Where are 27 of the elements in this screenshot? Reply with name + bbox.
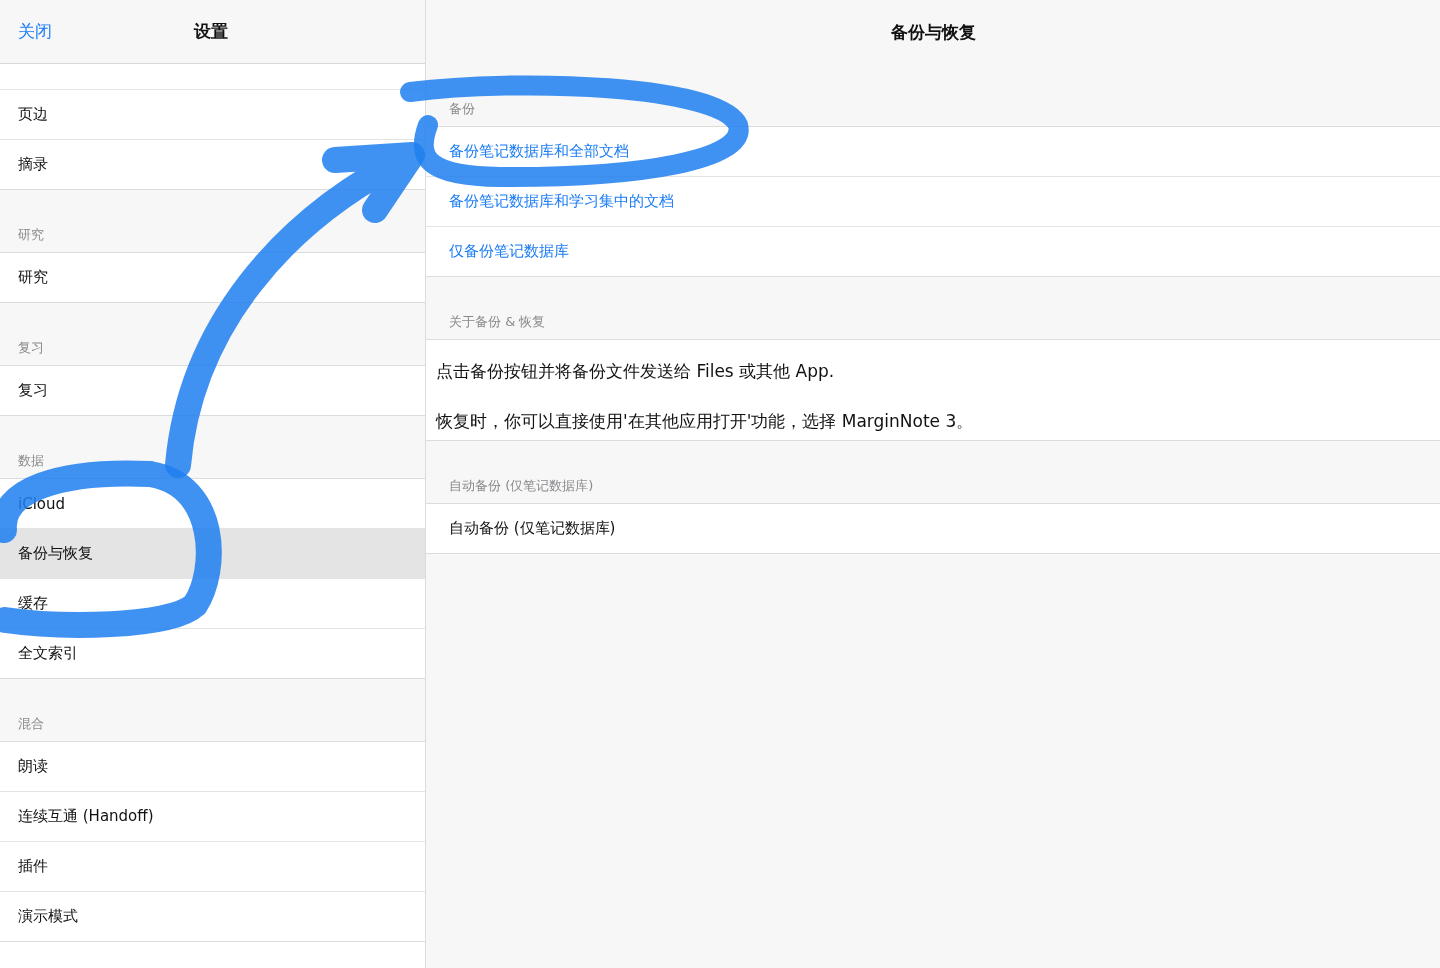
section-header: 备份 (449, 100, 475, 118)
description-text: 点击备份按钮并将备份文件发送给 Files 或其他 App. (436, 360, 835, 382)
settings-row[interactable]: 自动备份 (仅笔记数据库) (426, 504, 1440, 553)
navigation-title: 设置 (194, 20, 228, 43)
section-header: 复习 (18, 339, 44, 357)
settings-item[interactable]: 摘录 (0, 140, 425, 189)
description-text: 恢复时，你可以直接使用'在其他应用打开'功能，选择 MarginNote 3。 (436, 410, 974, 432)
section-header: 研究 (18, 226, 44, 244)
settings-item[interactable]: 研究 (0, 253, 425, 302)
close-button[interactable]: 关闭 (18, 20, 52, 43)
settings-item[interactable]: 连续互通 (Handoff) (0, 792, 425, 842)
section-header: 数据 (18, 452, 44, 470)
section-header: 自动备份 (仅笔记数据库) (449, 477, 594, 495)
backup-option-link[interactable]: 仅备份笔记数据库 (426, 227, 1440, 276)
settings-item[interactable]: 复习 (0, 366, 425, 415)
settings-item[interactable]: 朗读 (0, 742, 425, 792)
settings-item[interactable]: 演示模式 (0, 892, 425, 941)
backup-option-link[interactable]: 备份笔记数据库和全部文档 (426, 127, 1440, 177)
section-header: 关于备份 & 恢复 (449, 313, 546, 331)
settings-item[interactable]: 备份与恢复 (0, 529, 425, 579)
page-title: 备份与恢复 (890, 20, 976, 44)
settings-item[interactable]: 全文索引 (0, 629, 425, 678)
settings-item[interactable]: 页边 (0, 90, 425, 140)
settings-item[interactable]: 缓存 (0, 579, 425, 629)
section-header: 混合 (18, 715, 44, 733)
backup-option-link[interactable]: 备份笔记数据库和学习集中的文档 (426, 177, 1440, 227)
settings-item[interactable]: 插件 (0, 842, 425, 892)
